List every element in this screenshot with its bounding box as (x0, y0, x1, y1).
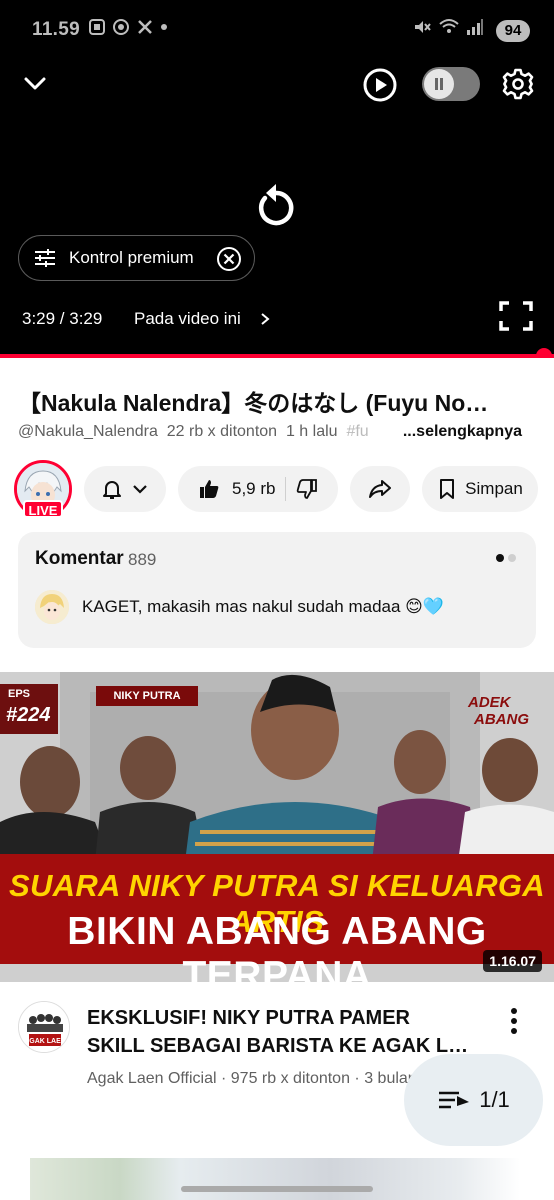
chevron-right-icon (261, 313, 270, 325)
thumbs-down-icon[interactable] (296, 478, 318, 500)
view-count: 22 rb x ditonton (166, 423, 278, 440)
screenshot-icon (89, 19, 105, 35)
hashtag-preview: #fu (346, 423, 369, 440)
queue-position: 1/1 (479, 1087, 510, 1112)
next-thumbnail-peek[interactable] (0, 1158, 554, 1200)
video-player[interactable]: 11.59 94 Kontrol premium 3:29 / 3:29 Pad… (0, 0, 554, 356)
like-dislike-group: 5,9 rb (178, 466, 338, 512)
top-comment-text: KAGET, makasih mas nakul sudah madaa 😊🩵 (82, 597, 445, 616)
premium-controls-chip[interactable]: Kontrol premium (18, 235, 255, 281)
next-video-title[interactable]: EKSKLUSIF! NIKY PUTRA PAMER SKILL SEBAGA… (87, 1004, 487, 1060)
wifi-icon (439, 19, 459, 33)
like-count[interactable]: 5,9 rb (232, 479, 275, 499)
on-this-video-link[interactable]: Pada video ini (134, 309, 241, 329)
bookmark-icon (440, 479, 455, 499)
playback-time: 3:29 / 3:29 (22, 309, 103, 328)
bell-icon (103, 481, 121, 499)
upload-age: 1 h lalu (285, 423, 338, 440)
playlist-play-icon (439, 1091, 470, 1109)
episode-label: EPS (8, 688, 31, 700)
episode-number: #224 (6, 704, 51, 726)
status-notification-icons (88, 18, 168, 36)
live-badge: LIVE (23, 500, 63, 518)
next-channel-avatar[interactable]: AGAK LAEN (18, 1001, 70, 1053)
carousel-dots (496, 554, 516, 562)
like-divider (285, 477, 287, 501)
share-arrow-icon (369, 480, 391, 498)
replay-icon[interactable] (252, 176, 300, 228)
channel-logo: AGAK LAEN (19, 1002, 69, 1052)
more-notifications-dot-icon (161, 24, 167, 30)
next-video-thumbnail[interactable]: EPS #224 NIKY PUTRA ADEK ABANG SUARA NIK… (0, 672, 554, 982)
dot-active (496, 554, 504, 562)
status-system-icons (412, 17, 484, 37)
comments-teaser[interactable]: Komentar 889 KAGET, makasih mas nakul su… (18, 532, 536, 648)
comments-count: 889 (128, 550, 157, 569)
save-button[interactable]: Simpan (422, 466, 538, 512)
duration-badge: 1.16.07 (483, 950, 542, 972)
fullscreen-icon[interactable] (498, 300, 534, 332)
gear-icon[interactable] (500, 66, 536, 102)
dot-inactive (508, 554, 516, 562)
share-button[interactable] (350, 466, 410, 512)
gesture-home-bar[interactable] (181, 1186, 373, 1192)
minimize-chevron-down-icon[interactable] (22, 70, 48, 96)
comments-title: Komentar (35, 548, 124, 569)
app-notification-icon (113, 19, 129, 35)
thumbs-up-icon[interactable] (198, 478, 220, 500)
queue-miniplayer-button[interactable]: 1/1 (404, 1054, 543, 1146)
autoplay-toggle[interactable] (422, 67, 480, 101)
commenter-avatar (35, 590, 69, 624)
status-time: 11.59 (32, 19, 80, 40)
show-logo: ADEK ABANG (468, 694, 548, 734)
pause-icon (424, 69, 454, 99)
mute-icon (415, 21, 431, 33)
chevron-down-icon (133, 485, 147, 494)
show-more-link[interactable]: ...selengkapnya (388, 423, 522, 441)
channel-handle: @Nakula_Nalendra (18, 423, 158, 440)
show-logo-line2: ABANG (474, 711, 529, 728)
video-title[interactable]: 【Nakula Nalendra】冬のはなし (Fuyu No… (18, 384, 538, 418)
channel-avatar[interactable]: LIVE (14, 460, 72, 518)
next-title-line2: SKILL SEBAGAI BARISTA KE AGAK L… (87, 1035, 469, 1057)
subscription-bell-button[interactable] (84, 466, 166, 512)
premium-chip-label: Kontrol premium (69, 248, 194, 267)
episode-badge: EPS #224 (0, 684, 58, 734)
status-bar: 11.59 94 (0, 0, 554, 60)
autoplay-icon[interactable] (362, 67, 398, 103)
headline-line2: BIKIN ABANG ABANG TERPANA (67, 910, 487, 982)
video-meta[interactable]: @Nakula_Nalendra 22 rb x ditonton 1 h la… (18, 423, 538, 441)
next-title-line1: EKSKLUSIF! NIKY PUTRA PAMER (87, 1007, 410, 1029)
more-vert-icon[interactable] (504, 1006, 524, 1036)
save-label: Simpan (465, 479, 523, 498)
close-circle-icon[interactable] (216, 246, 242, 272)
channel-logo-text: AGAK LAEN (24, 1038, 66, 1045)
x-app-icon (138, 20, 152, 34)
guest-name-tag: NIKY PUTRA (96, 686, 198, 706)
tune-sliders-icon (35, 249, 55, 267)
battery-indicator: 94 (496, 20, 530, 42)
show-logo-line1: ADEK (468, 694, 511, 711)
signal-icon (467, 19, 483, 35)
